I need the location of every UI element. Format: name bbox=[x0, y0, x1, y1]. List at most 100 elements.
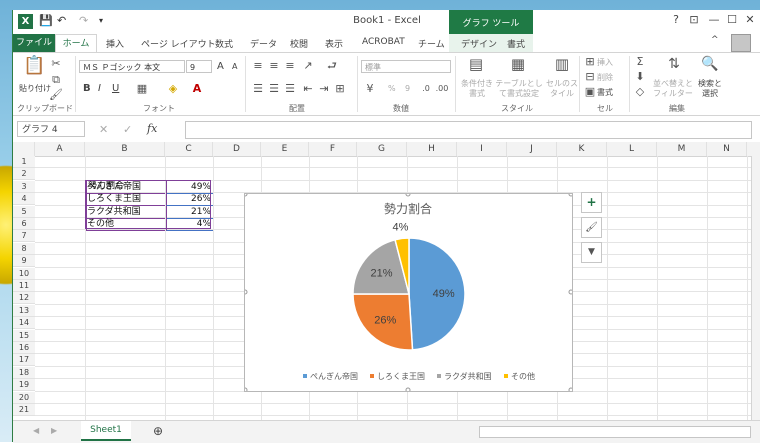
chart-filters-button[interactable]: ▼ bbox=[581, 242, 602, 263]
copy-icon[interactable]: ⧉ bbox=[49, 73, 63, 87]
row-header-8[interactable]: 8 bbox=[13, 242, 35, 255]
row-header-12[interactable]: 12 bbox=[13, 292, 35, 305]
tab-design[interactable]: デザイン bbox=[461, 37, 497, 50]
paste-button-label[interactable]: 貼り付け bbox=[19, 83, 51, 94]
format-cells-icon[interactable]: ▣ bbox=[583, 85, 597, 99]
font-name-select[interactable]: ＭＳ Ｐゴシック 本文 bbox=[79, 60, 185, 73]
decrease-indent-icon[interactable]: ⇤ bbox=[301, 82, 315, 96]
row-header-2[interactable]: 2 bbox=[13, 168, 35, 181]
select-all-corner[interactable] bbox=[13, 142, 35, 156]
insert-cells-button[interactable]: 挿入 bbox=[597, 57, 613, 68]
tab-file[interactable]: ファイル bbox=[13, 34, 55, 52]
chart-styles-button[interactable]: 🖌 bbox=[581, 217, 602, 238]
find-select-icon[interactable]: 🔍 bbox=[701, 57, 719, 75]
percent-button[interactable]: % bbox=[388, 84, 396, 93]
row-header-13[interactable]: 13 bbox=[13, 304, 35, 317]
align-middle-icon[interactable]: ≡ bbox=[267, 59, 281, 73]
format-as-table-button[interactable]: テーブルとして書式設定 bbox=[493, 79, 545, 99]
align-left-icon[interactable]: ☰ bbox=[251, 82, 265, 96]
row-header-19[interactable]: 19 bbox=[13, 379, 35, 392]
row-header-20[interactable]: 20 bbox=[13, 391, 35, 404]
row-header-9[interactable]: 9 bbox=[13, 255, 35, 268]
scroll-sheets-left-icon[interactable]: ◀ bbox=[33, 426, 39, 435]
row-header-14[interactable]: 14 bbox=[13, 317, 35, 330]
maximize-button[interactable]: ☐ bbox=[723, 13, 741, 26]
tab-format[interactable]: 書式 bbox=[507, 37, 525, 50]
underline-button[interactable]: U bbox=[112, 83, 119, 94]
tab-team[interactable]: チーム bbox=[418, 37, 445, 50]
comma-button[interactable]: 9 bbox=[405, 84, 410, 93]
fill-icon[interactable]: ⬇ bbox=[633, 70, 647, 84]
tab-formulas[interactable]: 数式 bbox=[215, 37, 233, 50]
delete-cells-button[interactable]: 削除 bbox=[597, 72, 613, 83]
column-header-D[interactable]: D bbox=[213, 142, 261, 156]
cut-icon[interactable]: ✂ bbox=[49, 57, 63, 71]
close-button[interactable]: ✕ bbox=[741, 13, 759, 26]
italic-button[interactable]: I bbox=[98, 83, 101, 94]
currency-icon[interactable]: ¥ bbox=[363, 82, 377, 96]
clear-icon[interactable]: ◇ bbox=[633, 85, 647, 99]
row-header-3[interactable]: 3 bbox=[13, 180, 35, 193]
sheet-tab-sheet1[interactable]: Sheet1 bbox=[81, 421, 131, 441]
column-header-F[interactable]: F bbox=[309, 142, 357, 156]
font-size-select[interactable]: 9 bbox=[186, 60, 212, 73]
align-top-icon[interactable]: ≡ bbox=[251, 59, 265, 73]
column-header-E[interactable]: E bbox=[261, 142, 309, 156]
number-format-select[interactable]: 標準 bbox=[361, 60, 451, 73]
column-header-I[interactable]: I bbox=[457, 142, 507, 156]
row-header-18[interactable]: 18 bbox=[13, 366, 35, 379]
chart-elements-button[interactable]: + bbox=[581, 192, 602, 213]
column-header-K[interactable]: K bbox=[557, 142, 607, 156]
column-header-H[interactable]: H bbox=[407, 142, 457, 156]
row-header-6[interactable]: 6 bbox=[13, 218, 35, 230]
column-header-L[interactable]: L bbox=[607, 142, 657, 156]
row-header-11[interactable]: 11 bbox=[13, 280, 35, 292]
row-header-21[interactable]: 21 bbox=[13, 404, 35, 416]
row-header-17[interactable]: 17 bbox=[13, 354, 35, 367]
row-header-5[interactable]: 5 bbox=[13, 205, 35, 218]
fill-color-icon[interactable]: ◈ bbox=[166, 82, 180, 96]
font-color-icon[interactable]: A bbox=[190, 82, 204, 96]
vertical-scrollbar[interactable] bbox=[751, 156, 760, 420]
name-box[interactable]: グラフ 4 bbox=[17, 121, 85, 137]
insert-function-button[interactable]: fx bbox=[147, 122, 157, 135]
paste-icon[interactable]: 📋 bbox=[23, 57, 45, 81]
row-header-16[interactable]: 16 bbox=[13, 342, 35, 354]
column-header-C[interactable]: C bbox=[165, 142, 213, 156]
cell-styles-icon[interactable]: ▥ bbox=[553, 57, 571, 75]
cell-styles-button[interactable]: セルのスタイル bbox=[545, 79, 579, 99]
insert-cells-icon[interactable]: ⊞ bbox=[583, 55, 597, 69]
decrease-decimal-icon[interactable]: .00 bbox=[435, 82, 449, 96]
increase-decimal-icon[interactable]: .0 bbox=[419, 82, 433, 96]
wrap-text-icon[interactable]: ⮐ bbox=[325, 59, 339, 73]
row-header-1[interactable]: 1 bbox=[13, 156, 35, 168]
merge-center-icon[interactable]: ⊞ bbox=[333, 82, 347, 96]
row-header-15[interactable]: 15 bbox=[13, 329, 35, 342]
tab-review[interactable]: 校閲 bbox=[290, 37, 308, 50]
conditional-format-icon[interactable]: ▤ bbox=[467, 57, 485, 75]
orientation-icon[interactable]: ↗ bbox=[301, 59, 315, 73]
row-header-7[interactable]: 7 bbox=[13, 230, 35, 243]
tab-home[interactable]: ホーム bbox=[55, 34, 97, 54]
format-as-table-icon[interactable]: ▦ bbox=[509, 57, 527, 75]
help-button[interactable]: ? bbox=[667, 13, 685, 26]
account-avatar[interactable] bbox=[731, 34, 751, 52]
tab-data[interactable]: データ bbox=[250, 37, 277, 50]
sort-filter-button[interactable]: 並べ替えと フィルター bbox=[653, 79, 693, 99]
confirm-entry-button[interactable]: ✓ bbox=[123, 123, 132, 136]
tab-view[interactable]: 表示 bbox=[325, 37, 343, 50]
column-header-A[interactable]: A bbox=[35, 142, 85, 156]
column-header-N[interactable]: N bbox=[707, 142, 747, 156]
grow-font-button[interactable]: A bbox=[217, 61, 224, 72]
column-header-J[interactable]: J bbox=[507, 142, 557, 156]
horizontal-scrollbar[interactable] bbox=[479, 426, 751, 438]
ribbon-display-button[interactable]: ⊡ bbox=[685, 13, 703, 26]
autosum-icon[interactable]: Σ bbox=[633, 55, 647, 69]
tab-insert[interactable]: 挿入 bbox=[106, 37, 124, 50]
sort-filter-icon[interactable]: ⇅ bbox=[665, 57, 683, 75]
minimize-button[interactable]: — bbox=[705, 13, 723, 26]
borders-icon[interactable]: ▦ bbox=[135, 82, 149, 96]
row-header-10[interactable]: 10 bbox=[13, 267, 35, 280]
shrink-font-button[interactable]: A bbox=[232, 62, 237, 71]
align-center-icon[interactable]: ☰ bbox=[267, 82, 281, 96]
